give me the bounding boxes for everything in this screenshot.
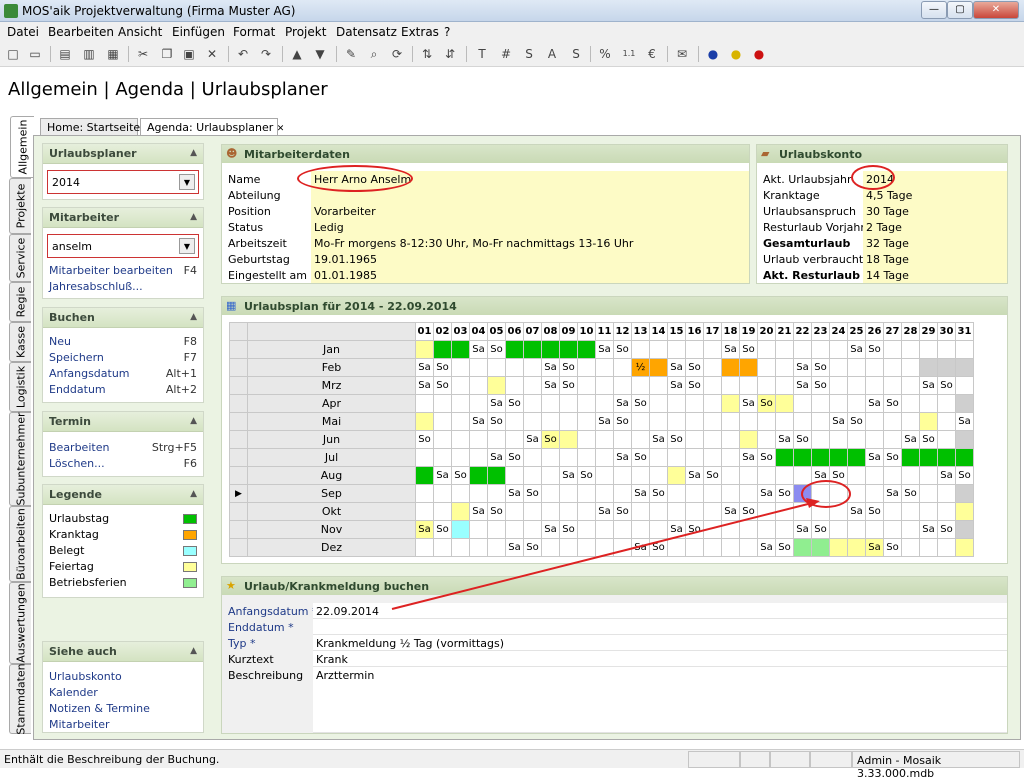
- status-db: Admin - Mosaik 3.33.000.mdb: [852, 751, 1020, 780]
- status-text: Enthält die Beschreibung der Buchung.: [4, 753, 220, 766]
- status-bar: Enthält die Beschreibung der Buchung. Ad…: [0, 749, 1024, 780]
- annotation-arrow: [391, 498, 820, 610]
